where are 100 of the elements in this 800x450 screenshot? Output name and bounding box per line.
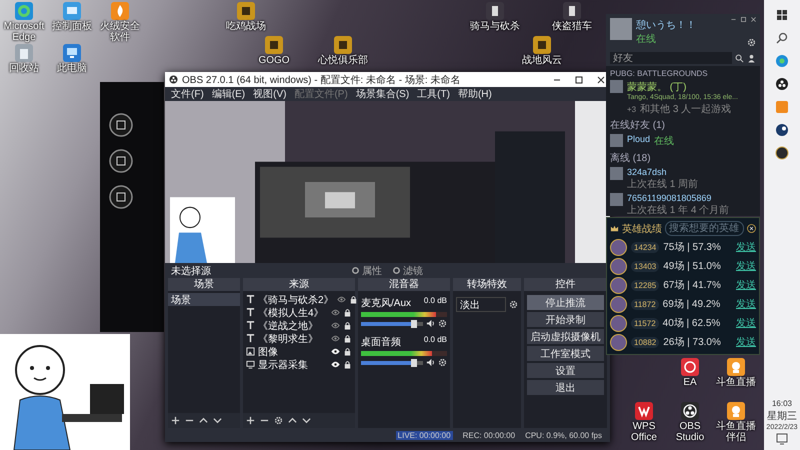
lock-icon[interactable] <box>343 360 352 369</box>
close-icon[interactable] <box>747 224 756 233</box>
source-item[interactable]: 显示器采集 <box>258 358 328 372</box>
app-icon[interactable] <box>775 146 789 160</box>
settings-icon[interactable] <box>747 38 756 47</box>
app-icon <box>169 75 178 84</box>
add-icon[interactable] <box>171 416 180 425</box>
close-icon[interactable] <box>750 16 757 23</box>
source-item[interactable]: 《模拟人生4》 <box>258 306 328 320</box>
icon-label[interactable]: 心悦俱乐部 <box>318 55 368 66</box>
clock-time[interactable]: 16:03 <box>772 399 792 408</box>
friend-name[interactable]: 324a7dsh <box>627 167 698 177</box>
icon-label[interactable]: 骑马与砍杀 <box>470 21 520 32</box>
send-link[interactable]: 发送 <box>736 259 756 273</box>
game-icon[interactable] <box>237 2 255 20</box>
control-panel-icon[interactable] <box>63 2 81 20</box>
send-link[interactable]: 发送 <box>736 335 756 349</box>
control-button[interactable]: 开始录制 <box>527 312 604 327</box>
lock-icon[interactable] <box>343 308 352 317</box>
notification-icon[interactable] <box>775 432 789 446</box>
icon-label[interactable]: WPS Office <box>620 421 668 443</box>
circle-icon[interactable] <box>108 184 134 210</box>
hero-search-field[interactable]: 搜索想要的英雄 <box>665 221 744 236</box>
transition-dropdown[interactable]: 淡出 <box>456 297 506 312</box>
hero-record: 67场 | 41.7% <box>663 279 722 292</box>
scene-item[interactable]: 场景 <box>168 293 240 306</box>
speaker-icon[interactable] <box>426 358 435 367</box>
icon-label[interactable]: 战地风云 <box>522 55 562 66</box>
icon-label[interactable]: GOGO <box>258 55 290 66</box>
control-button[interactable]: 停止推流 <box>527 295 604 310</box>
control-button[interactable]: 工作室模式 <box>527 346 604 361</box>
lock-icon[interactable] <box>343 334 352 343</box>
menu-item[interactable]: 场景集合(S) <box>356 87 410 101</box>
circle-icon[interactable] <box>108 112 134 138</box>
icon-label[interactable]: OBS Studio <box>666 421 714 443</box>
source-item[interactable]: 《骑马与砍杀2》 <box>258 292 334 306</box>
game-icon[interactable] <box>265 36 283 54</box>
maximize-icon[interactable] <box>574 74 584 84</box>
add-icon[interactable] <box>246 416 255 425</box>
mascot-icon[interactable] <box>727 358 745 376</box>
friend-search-field[interactable]: 好友 <box>610 52 732 64</box>
icon-label[interactable]: 斗鱼直播伴侣 <box>712 421 760 443</box>
search-icon[interactable] <box>775 31 789 45</box>
close-icon[interactable] <box>596 74 606 84</box>
toolbar-button[interactable]: 属性 <box>351 264 382 278</box>
source-item[interactable]: 图像 <box>258 344 328 358</box>
maximize-icon[interactable] <box>740 16 747 23</box>
menu-item[interactable]: 工具(T) <box>417 87 450 101</box>
person-icon[interactable] <box>747 54 756 62</box>
send-link[interactable]: 发送 <box>736 316 756 330</box>
icon-label[interactable]: 侠盗猎车 <box>552 21 592 32</box>
send-link[interactable]: 发送 <box>736 240 756 254</box>
friend-name[interactable]: 蒙蒙蒙。 (丁) <box>627 80 738 94</box>
logo-icon[interactable] <box>681 402 699 420</box>
up-icon[interactable] <box>199 416 208 425</box>
computer-icon[interactable] <box>63 44 81 62</box>
control-button[interactable]: 设置 <box>527 363 604 378</box>
game-icon[interactable] <box>563 2 581 20</box>
browser-icon[interactable] <box>775 54 789 68</box>
menu-item[interactable]: 视图(V) <box>253 87 286 101</box>
monitor-icon <box>246 360 255 369</box>
menu-item[interactable]: 编辑(E) <box>212 87 246 101</box>
game-icon[interactable] <box>533 36 551 54</box>
flame-icon[interactable] <box>111 2 129 20</box>
send-link[interactable]: 发送 <box>736 297 756 311</box>
circle-icon[interactable] <box>108 148 134 174</box>
game-icon[interactable] <box>334 36 352 54</box>
friend-status: 上次在线 1 年 4 个月前 <box>627 204 730 217</box>
logo-icon[interactable] <box>635 402 653 420</box>
control-button[interactable]: 退出 <box>527 380 604 395</box>
source-item[interactable]: 《逆战之地》 <box>258 318 328 332</box>
send-link[interactable]: 发送 <box>736 278 756 292</box>
lock-icon[interactable] <box>348 295 358 304</box>
section-title: 在线好友 (1) <box>609 118 666 133</box>
icon-label[interactable]: EA <box>683 377 697 388</box>
app-icon[interactable] <box>775 77 789 91</box>
clock-weekday[interactable]: 星期三 <box>767 409 797 423</box>
menu-item[interactable]: 文件(F) <box>171 87 204 101</box>
app-icon[interactable] <box>775 123 789 137</box>
logo-icon[interactable] <box>681 358 699 376</box>
windows-icon[interactable] <box>775 8 789 22</box>
icon-label[interactable]: 吃鸡战场 <box>226 21 266 32</box>
mascot-icon[interactable] <box>727 402 745 420</box>
toolbar-button[interactable]: 滤镜 <box>392 264 423 278</box>
source-item[interactable]: 《黎明求生》 <box>258 332 328 346</box>
speaker-icon[interactable] <box>426 319 435 328</box>
lock-icon[interactable] <box>343 347 352 356</box>
menu-item[interactable]: 帮助(H) <box>458 87 492 101</box>
friend-name[interactable]: Ploud <box>627 134 650 144</box>
friend-name[interactable]: 76561199081805869 <box>627 193 730 203</box>
search-icon[interactable] <box>735 54 744 62</box>
down-icon[interactable] <box>213 416 222 425</box>
control-button[interactable]: 启动虚拟摄像机 <box>527 329 604 344</box>
down-icon[interactable] <box>302 416 311 425</box>
up-icon[interactable] <box>288 416 297 425</box>
icon-label[interactable]: 斗鱼直播 <box>716 377 756 388</box>
game-icon[interactable] <box>486 2 504 20</box>
rec-timer: REC: 00:00:00 <box>462 430 516 440</box>
hero-avatar <box>610 238 627 256</box>
lock-icon[interactable] <box>343 321 352 330</box>
